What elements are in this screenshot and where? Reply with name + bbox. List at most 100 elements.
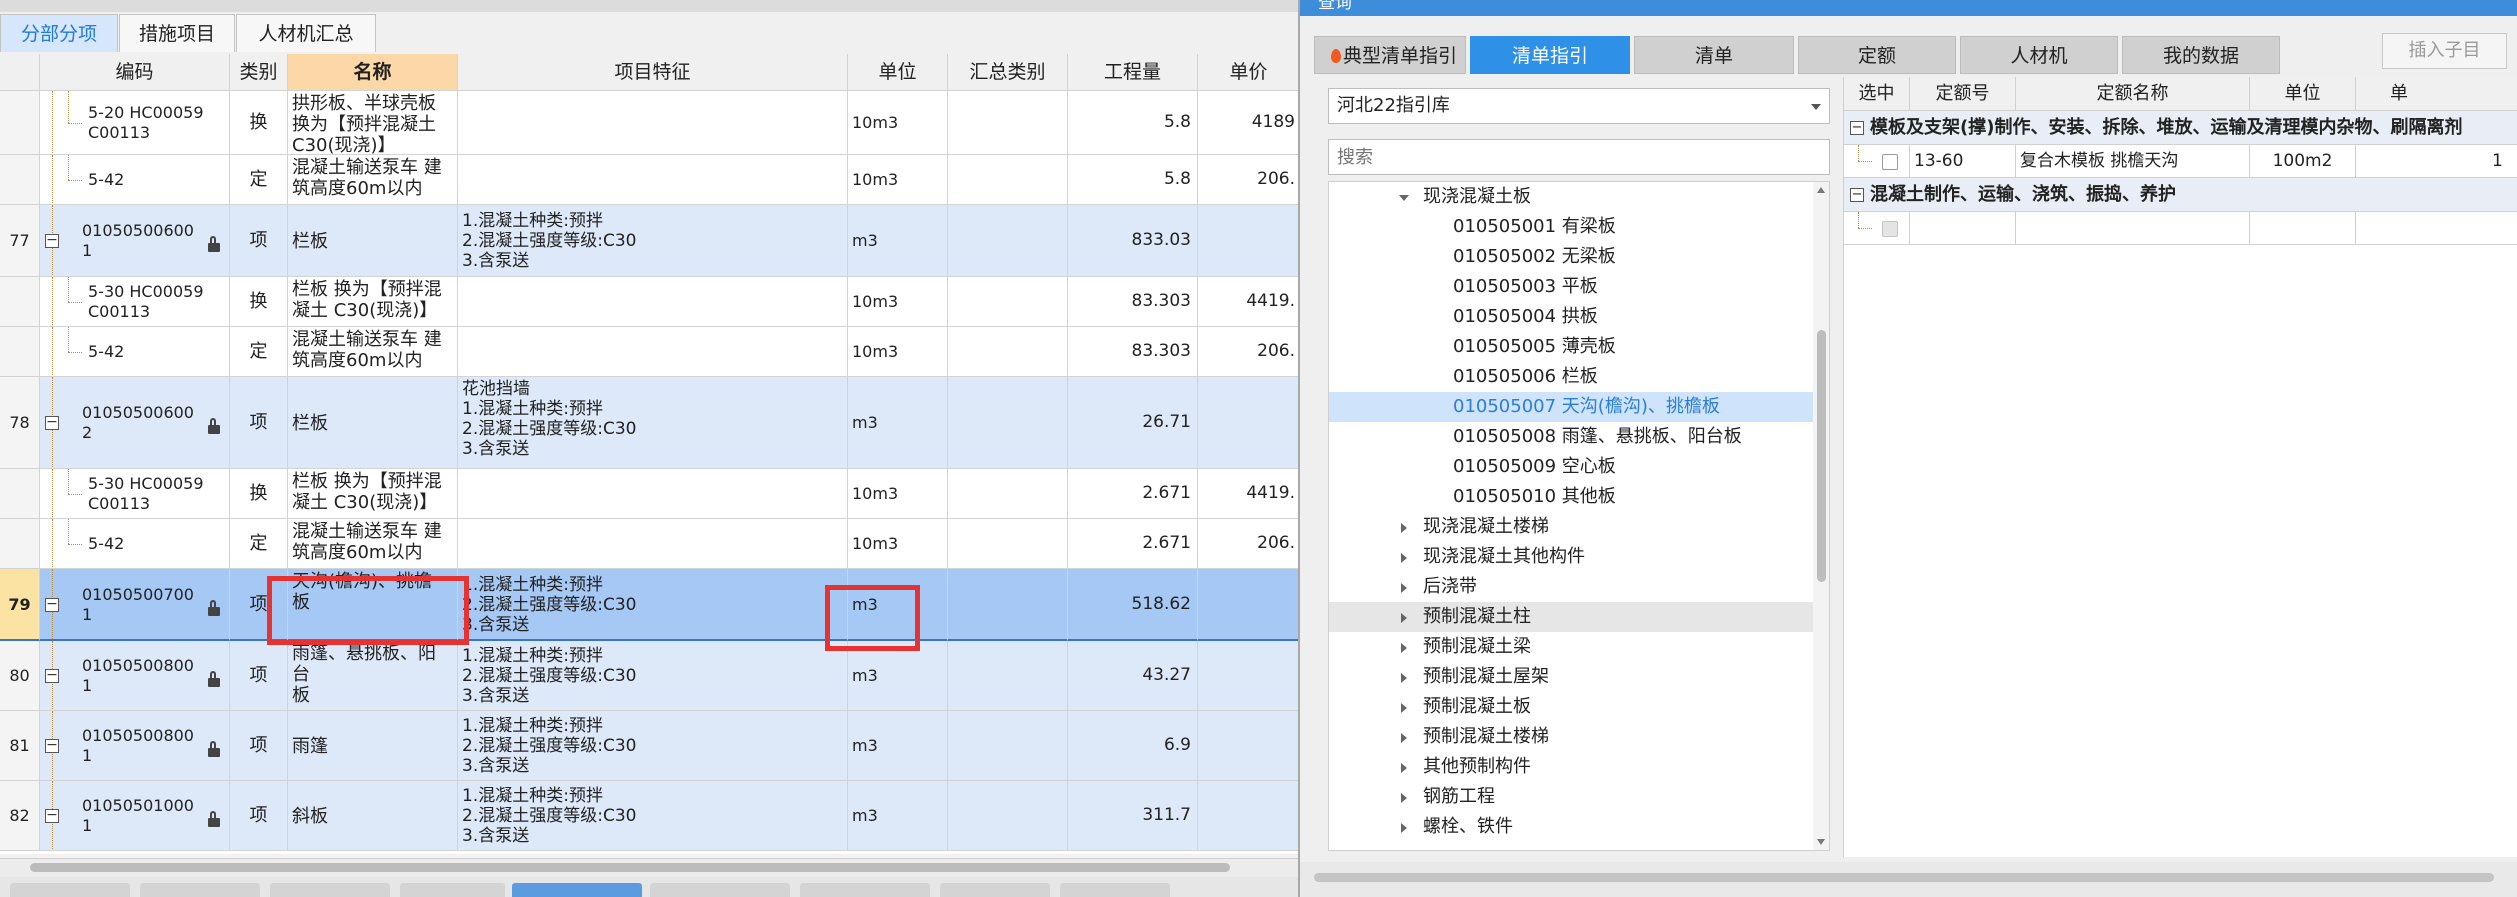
collapsed-arrow-icon[interactable] bbox=[1401, 793, 1407, 803]
bottom-tab[interactable] bbox=[140, 883, 260, 897]
quantity-cell[interactable]: 6.9 bbox=[1068, 711, 1198, 781]
tree-leaf[interactable]: 010505001 有梁板 bbox=[1329, 212, 1813, 242]
tab-quota[interactable]: 定额 bbox=[1798, 36, 1956, 74]
type-cell[interactable]: 换 bbox=[230, 277, 288, 327]
price-cell[interactable] bbox=[1198, 781, 1300, 851]
features-cell[interactable]: 1.混凝土种类:预拌 2.混凝土强度等级:C30 3.含泵送 bbox=[458, 205, 848, 277]
tree-leaf[interactable]: 010505008 雨篷、悬挑板、阳台板 bbox=[1329, 422, 1813, 452]
summary-type-cell[interactable] bbox=[948, 155, 1068, 205]
price-cell[interactable]: 4419. bbox=[1198, 277, 1300, 327]
panel-horizontal-scrollbar[interactable] bbox=[1300, 862, 2517, 897]
unit-cell[interactable]: m3 bbox=[848, 781, 948, 851]
tree-leaf[interactable]: 010505003 平板 bbox=[1329, 272, 1813, 302]
tree-category[interactable]: 现浇混凝土其他构件 bbox=[1329, 542, 1813, 572]
features-cell[interactable]: 1.混凝土种类:预拌 2.混凝土强度等级:C30 3.含泵送 bbox=[458, 641, 848, 711]
select-cell[interactable] bbox=[1844, 145, 1910, 177]
collapsed-arrow-icon[interactable] bbox=[1401, 823, 1407, 833]
tree-category[interactable]: 预制混凝土梁 bbox=[1329, 632, 1813, 662]
expanded-arrow-icon[interactable] bbox=[1399, 195, 1409, 201]
unit-cell[interactable]: m3 bbox=[848, 205, 948, 277]
bottom-tab[interactable] bbox=[400, 883, 505, 897]
collapsed-arrow-icon[interactable] bbox=[1401, 733, 1407, 743]
price-cell[interactable]: 206. bbox=[1198, 155, 1300, 205]
quantity-cell[interactable]: 2.671 bbox=[1068, 469, 1198, 519]
summary-type-cell[interactable] bbox=[948, 711, 1068, 781]
insert-child-button[interactable]: 插入子目 bbox=[2382, 33, 2507, 69]
bill-item-row[interactable]: 77− 01050500600 1 项栏板 1.混凝土种类:预拌 2.混凝土强度等级:C3… bbox=[0, 205, 1300, 277]
tab-labor-material-summary[interactable]: 人材机汇总 bbox=[236, 14, 376, 52]
name-cell[interactable]: 斜板 bbox=[288, 781, 458, 851]
name-cell[interactable]: 混凝土输送泵车 建筑高度60m以内 bbox=[288, 155, 458, 205]
features-cell[interactable] bbox=[458, 469, 848, 519]
collapse-icon[interactable]: − bbox=[45, 808, 59, 823]
collapse-icon[interactable]: − bbox=[45, 233, 59, 248]
bill-item-row[interactable]: 81− 01050500800 1 项雨篷 1.混凝土种类:预拌 2.混凝土强度等级:C3… bbox=[0, 711, 1300, 781]
price-cell[interactable] bbox=[1198, 641, 1300, 711]
summary-type-cell[interactable] bbox=[948, 277, 1068, 327]
type-cell[interactable]: 定 bbox=[230, 519, 288, 569]
unit-column-header[interactable]: 单位 bbox=[848, 54, 948, 91]
code-cell[interactable]: 5-42 bbox=[40, 519, 230, 569]
code-cell[interactable]: − 01050500800 1 bbox=[40, 711, 230, 781]
bottom-tab[interactable] bbox=[10, 883, 130, 897]
tab-bill[interactable]: 清单 bbox=[1634, 36, 1794, 74]
summary-type-cell[interactable] bbox=[948, 781, 1068, 851]
name-cell[interactable]: 栏板 换为【预拌混 凝土 C30(现浇)】 bbox=[288, 469, 458, 519]
quantity-cell[interactable]: 5.8 bbox=[1068, 155, 1198, 205]
tree-leaf[interactable]: 010505006 栏板 bbox=[1329, 362, 1813, 392]
price-cell[interactable]: 4419. bbox=[1198, 469, 1300, 519]
features-cell[interactable]: 花池挡墙 1.混凝土种类:预拌 2.混凝土强度等级:C30 3.含泵送 bbox=[458, 377, 848, 469]
collapse-icon[interactable]: − bbox=[45, 738, 59, 753]
collapse-icon[interactable]: − bbox=[45, 415, 59, 430]
name-cell[interactable]: 混凝土输送泵车 建筑高度60m以内 bbox=[288, 519, 458, 569]
quantity-cell[interactable]: 311.7 bbox=[1068, 781, 1198, 851]
features-cell[interactable] bbox=[458, 277, 848, 327]
tab-subdivision-items[interactable]: 分部分项 bbox=[0, 14, 118, 52]
price-cell[interactable] bbox=[1198, 711, 1300, 781]
features-cell[interactable] bbox=[458, 155, 848, 205]
tree-leaf[interactable]: 010505005 薄壳板 bbox=[1329, 332, 1813, 362]
price-cell[interactable] bbox=[1198, 205, 1300, 277]
price-cell[interactable] bbox=[1198, 569, 1300, 641]
quantity-cell[interactable]: 833.03 bbox=[1068, 205, 1198, 277]
collapse-icon[interactable]: − bbox=[45, 668, 59, 683]
horizontal-scrollbar[interactable] bbox=[0, 858, 1300, 877]
scroll-down-icon[interactable] bbox=[1817, 839, 1825, 845]
bill-item-row[interactable]: 78− 01050500600 2 项栏板 花池挡墙 1.混凝土种类:预拌 2.混凝土强度等… bbox=[0, 377, 1300, 469]
code-cell[interactable]: 5-30 HC00059 C00113 bbox=[40, 277, 230, 327]
summary-type-column-header[interactable]: 汇总类别 bbox=[948, 54, 1068, 91]
unit-cell[interactable]: 10m3 bbox=[848, 155, 948, 205]
features-cell[interactable] bbox=[458, 91, 848, 155]
bottom-tab[interactable] bbox=[800, 883, 930, 897]
tab-bill-guide[interactable]: 清单指引 bbox=[1470, 36, 1630, 74]
collapsed-arrow-icon[interactable] bbox=[1401, 613, 1407, 623]
scrollbar-thumb[interactable] bbox=[1314, 873, 2494, 882]
tree-category[interactable]: 预制混凝土板 bbox=[1329, 692, 1813, 722]
bill-item-row[interactable]: 79−01050500700 1 项天沟(檐沟)、挑檐板 1.混凝土种类:预拌 2.混凝… bbox=[0, 569, 1300, 641]
quantity-cell[interactable]: 83.303 bbox=[1068, 277, 1198, 327]
code-cell[interactable]: − 01050500600 1 bbox=[40, 205, 230, 277]
bill-item-row[interactable]: 82− 01050501000 1 项斜板 1.混凝土种类:预拌 2.混凝土强度等级:C3… bbox=[0, 781, 1300, 851]
name-cell[interactable]: 栏板 bbox=[288, 205, 458, 277]
unit-cell[interactable]: 10m3 bbox=[848, 91, 948, 155]
quota-group-concrete[interactable]: − 混凝土制作、运输、浇筑、振捣、养护 bbox=[1844, 178, 2517, 212]
tab-typical-bill-guide[interactable]: 典型清单指引 bbox=[1314, 36, 1466, 74]
features-cell[interactable] bbox=[458, 327, 848, 377]
collapsed-arrow-icon[interactable] bbox=[1401, 703, 1407, 713]
search-input[interactable] bbox=[1328, 139, 1830, 175]
code-cell[interactable]: − 01050500600 2 bbox=[40, 377, 230, 469]
tree-category[interactable]: 预制混凝土柱 bbox=[1329, 602, 1813, 632]
tree-scrollbar[interactable] bbox=[1813, 182, 1829, 850]
collapse-icon[interactable]: − bbox=[1850, 121, 1864, 135]
quota-sub-row[interactable]: 5-30 HC00059 C00113 换栏板 换为【预拌混 凝土 C30(现浇)】 1… bbox=[0, 277, 1300, 327]
price-column-header[interactable]: 单价 bbox=[1198, 54, 1300, 91]
price-cell[interactable]: 206. bbox=[1198, 327, 1300, 377]
unit-cell[interactable]: m3 bbox=[848, 377, 948, 469]
quantity-cell[interactable]: 26.71 bbox=[1068, 377, 1198, 469]
unit-cell[interactable]: m3 bbox=[848, 641, 948, 711]
code-cell[interactable]: 5-42 bbox=[40, 155, 230, 205]
name-cell[interactable]: 栏板 bbox=[288, 377, 458, 469]
tree-leaf[interactable]: 010505007 天沟(檐沟)、挑檐板 bbox=[1329, 392, 1813, 422]
tree-leaf[interactable]: 010505002 无梁板 bbox=[1329, 242, 1813, 272]
quota-row[interactable] bbox=[1844, 212, 2517, 245]
